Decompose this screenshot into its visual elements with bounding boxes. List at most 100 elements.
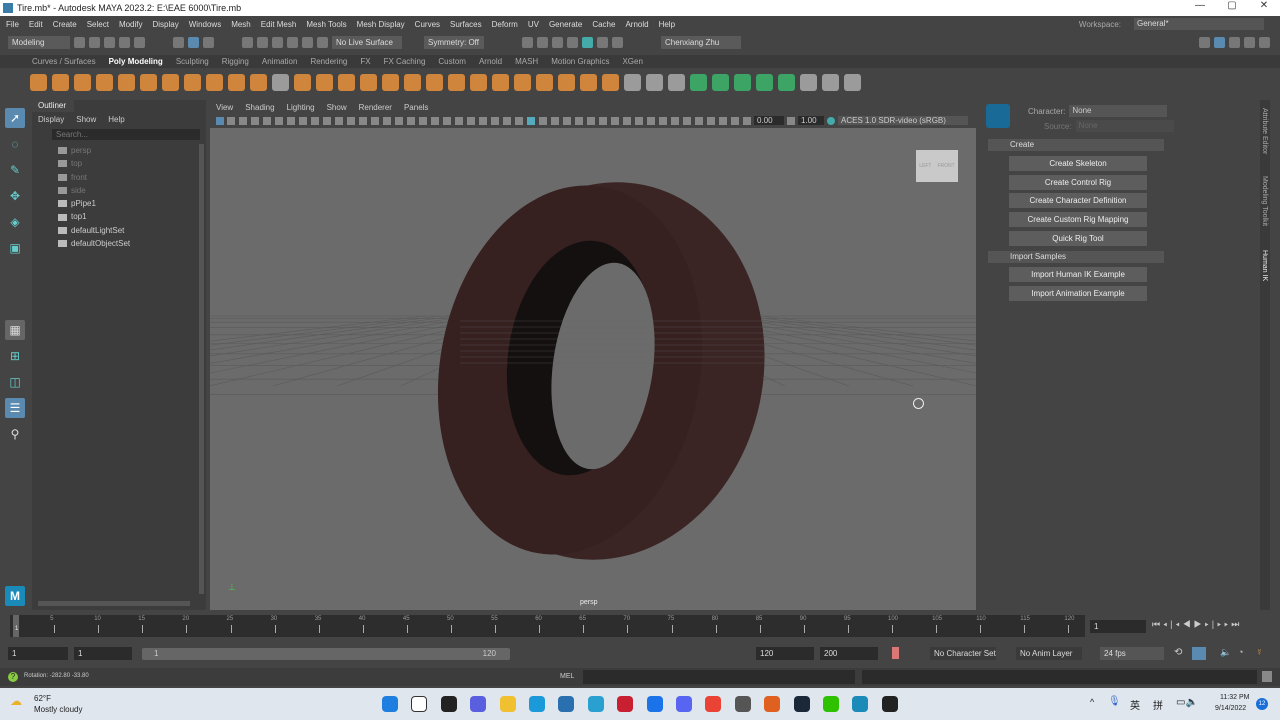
anim-layer-dropdown[interactable]: No Anim Layer [1016,647,1082,660]
pause-icon[interactable] [612,36,623,48]
shelf-tool-icon[interactable] [52,73,69,91]
shelf-tool-icon[interactable] [404,73,421,91]
outliner-item[interactable]: defaultObjectSet [32,237,206,250]
outliner-item[interactable]: pPipe1 [32,197,206,210]
shelf-tool-icon[interactable] [96,73,113,91]
shelf-tool-icon[interactable] [228,73,245,91]
shelf-tool-icon[interactable] [316,73,333,91]
taskbar-app-icon[interactable] [734,696,751,712]
ipr-render-icon[interactable] [552,36,563,48]
shelf-tool-icon[interactable] [30,73,47,91]
3d-viewport[interactable]: ⊥ LEFT FRONT persp [210,128,976,610]
weather-temp[interactable]: 62°F [34,694,51,703]
quick-rig-tool-button[interactable]: Quick Rig Tool [1009,230,1147,246]
shelf-tool-icon[interactable] [382,73,399,91]
shelf-tool-icon[interactable] [536,73,553,91]
human-ik-tab[interactable]: Human IK [1261,250,1268,281]
taskbar-app-icon[interactable] [617,696,634,712]
current-frame-marker[interactable]: 1 [15,626,18,632]
shelf-tool-icon[interactable] [558,73,575,91]
show-hidden-icons-icon[interactable]: ^ [1090,697,1094,707]
shelf-tool-icon[interactable] [184,73,201,91]
script-editor-icon[interactable] [1262,671,1272,682]
cache-playback-icon[interactable] [1192,647,1206,660]
tool-settings-toggle-icon[interactable] [1244,36,1255,48]
color-space-dropdown[interactable]: ACES 1.0 SDR-video (sRGB) [838,116,968,125]
viewport-menu-panels[interactable]: Panels [404,103,428,112]
snap-surface-icon[interactable] [302,36,313,48]
viewport-toolbar-icon[interactable] [455,116,463,125]
single-view-icon[interactable]: ▦ [5,320,25,340]
human-ik-toggle-icon[interactable] [1214,36,1225,48]
viewport-toolbar-icon[interactable] [323,116,331,125]
create-skeleton-button[interactable]: Create Skeleton [1009,156,1147,171]
shelf-tool-icon[interactable] [822,73,839,91]
menu-create[interactable]: Create [53,20,77,29]
animation-start-field[interactable]: 1 [8,647,68,660]
shelf-tab-custom[interactable]: Custom [438,57,466,66]
menu-arnold[interactable]: Arnold [625,20,648,29]
arnold-render-icon[interactable] [597,36,608,48]
shelf-tool-icon[interactable] [844,73,861,91]
shelf-tool-icon[interactable] [602,73,619,91]
menu-file[interactable]: File [6,20,19,29]
bookmark-icon[interactable] [892,647,899,659]
viewport-toolbar-icon[interactable] [251,116,259,125]
ime-mode[interactable]: 英 [1130,697,1140,712]
shelf-tool-icon[interactable] [294,73,311,91]
menu-mesh-display[interactable]: Mesh Display [357,20,405,29]
taskbar-app-icon[interactable] [705,696,722,712]
taskbar-app-icon[interactable] [382,696,398,712]
search-icon[interactable]: ⚲ [5,424,25,444]
select-camera-icon[interactable] [216,116,224,125]
render-icon[interactable] [537,36,548,48]
viewport-toolbar-icon[interactable] [479,116,487,125]
redo-icon[interactable] [134,36,145,48]
shelf-tool-icon[interactable] [712,73,729,91]
new-scene-icon[interactable] [74,36,85,48]
undo-icon[interactable] [119,36,130,48]
clock-time[interactable]: 11:32 PM [1220,694,1249,701]
two-view-icon[interactable]: ◫ [5,372,25,392]
menu-set-dropdown[interactable]: Modeling [8,35,70,49]
channel-box-toggle-icon[interactable] [1259,36,1270,48]
shelf-tool-icon[interactable] [206,73,223,91]
menu-uv[interactable]: UV [528,20,539,29]
shelf-tab-animation[interactable]: Animation [262,57,298,66]
four-view-icon[interactable]: ⊞ [5,346,25,366]
shelf-tool-icon[interactable] [140,73,157,91]
taskbar-app-icon[interactable] [529,696,545,712]
viewport-toolbar-icon[interactable] [311,116,319,125]
user-account-dropdown[interactable]: Chenxiang Zhu [661,35,741,49]
fps-dropdown[interactable]: 24 fps [1100,647,1164,660]
menu-display[interactable]: Display [153,20,179,29]
viewport-toolbar-icon[interactable] [599,116,607,125]
viewport-toolbar-icon[interactable] [635,116,643,125]
outliner-menu-help[interactable]: Help [108,115,124,124]
shelf-tab-sculpting[interactable]: Sculpting [176,57,209,66]
taskbar-app-icon[interactable] [411,696,428,712]
help-icon[interactable]: ? [8,672,18,682]
view-cube-front[interactable]: FRONT [938,163,955,169]
viewport-toolbar-icon[interactable] [503,116,511,125]
character-set-dropdown[interactable]: No Character Set [930,647,996,660]
shelf-tool-icon[interactable] [448,73,465,91]
shelf-tool-icon[interactable] [778,73,795,91]
viewport-toolbar-icon[interactable] [671,116,679,125]
viewport-toolbar-icon[interactable] [227,116,235,125]
viewport-toolbar-icon[interactable] [587,116,595,125]
shelf-tool-icon[interactable] [734,73,751,91]
attribute-editor-tab[interactable]: Attribute Editor [1261,108,1268,154]
weather-condition[interactable]: Mostly cloudy [34,705,82,714]
viewport-toolbar-icon[interactable] [659,116,667,125]
viewport-menu-renderer[interactable]: Renderer [359,103,392,112]
shelf-tab-mash[interactable]: MASH [515,57,538,66]
shelf-tab-xgen[interactable]: XGen [622,57,642,66]
shelf-tool-icon[interactable] [338,73,355,91]
shelf-tool-icon[interactable] [426,73,443,91]
minimize-button[interactable]: — [1184,0,1216,11]
viewport-menu-shading[interactable]: Shading [245,103,274,112]
viewport-toolbar-icon[interactable] [359,116,367,125]
viewport-toolbar-icon[interactable] [683,116,691,125]
shelf-tool-icon[interactable] [470,73,487,91]
